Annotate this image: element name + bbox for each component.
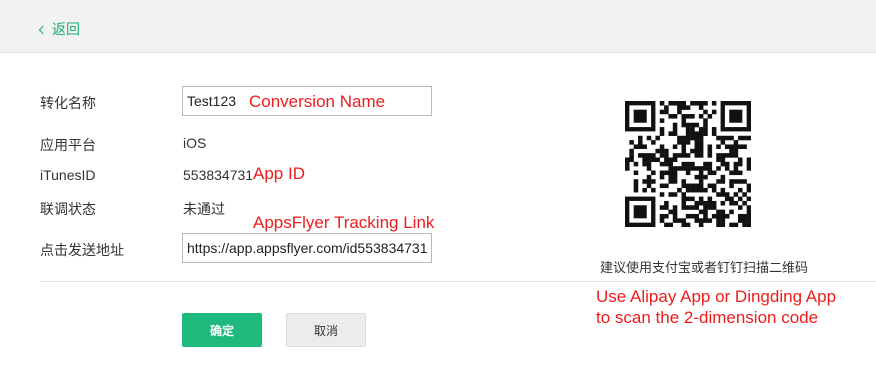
conversion-name-annotation: Conversion Name bbox=[249, 92, 386, 111]
itunes-id-label: iTunesID bbox=[40, 167, 96, 183]
divider bbox=[40, 281, 876, 282]
back-label: 返回 bbox=[52, 21, 80, 37]
tracking-link-annotation: AppsFlyer Tracking Link bbox=[253, 213, 435, 232]
platform-label: 应用平台 bbox=[40, 137, 96, 153]
click-url-input[interactable]: https://app.appsflyer.com/id553834731 bbox=[182, 233, 432, 263]
itunes-id-value: 553834731 bbox=[183, 167, 254, 183]
qr-code-icon bbox=[625, 101, 752, 228]
debug-status-value: 未通过 bbox=[183, 201, 225, 217]
confirm-button[interactable]: 确定 bbox=[182, 313, 262, 347]
qr-hint: 建议使用支付宝或者钉钉扫描二维码 bbox=[600, 260, 809, 275]
debug-status-label: 联调状态 bbox=[40, 201, 96, 217]
cancel-button[interactable]: 取消 bbox=[286, 313, 366, 347]
platform-value: iOS bbox=[183, 135, 207, 151]
scan-hint-line2: to scan the 2-dimension code bbox=[596, 308, 819, 327]
scan-hint-annotation: Use Alipay App or Dingding App to scan t… bbox=[596, 286, 836, 328]
conversion-name-label: 转化名称 bbox=[40, 95, 96, 111]
top-bar: 返回 bbox=[0, 0, 876, 53]
back-link[interactable]: 返回 bbox=[38, 19, 80, 39]
app-id-annotation: App ID bbox=[253, 164, 305, 183]
click-url-label: 点击发送地址 bbox=[40, 242, 124, 258]
chevron-left-icon bbox=[38, 25, 48, 34]
scan-hint-line1: Use Alipay App or Dingding App bbox=[596, 287, 837, 306]
